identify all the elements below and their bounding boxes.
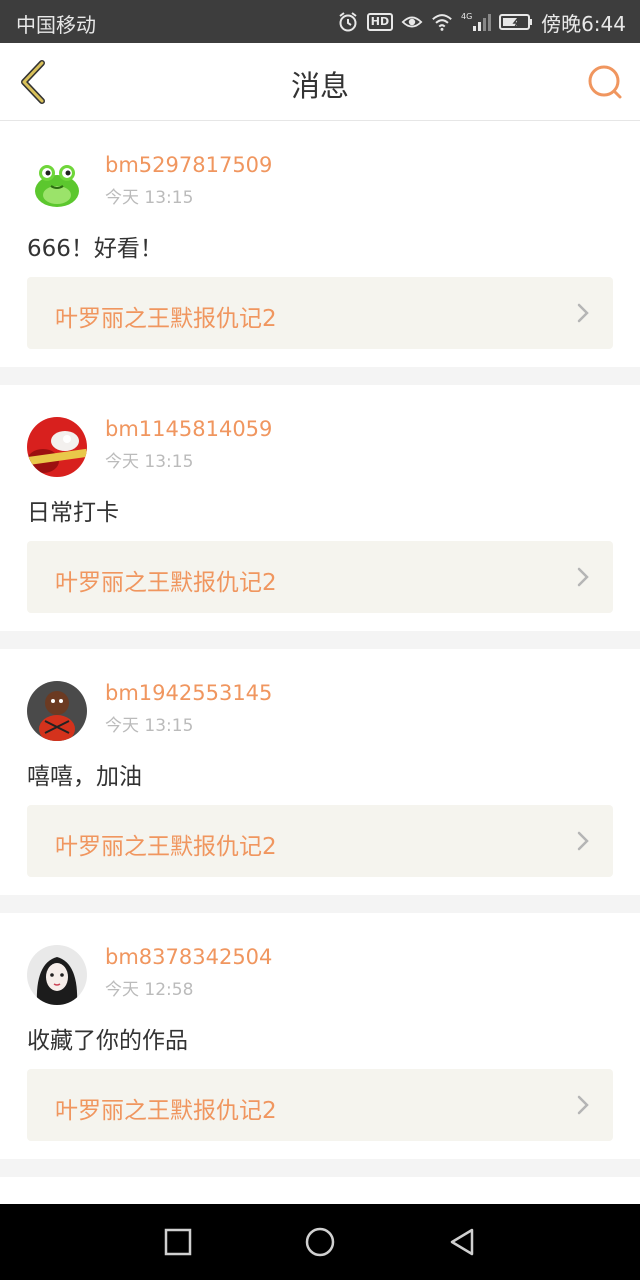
work-link[interactable]: 叶罗丽之王默报仇记2 [27, 805, 613, 877]
message-card: bm1942553145 今天 13:15 嘻嘻，加油 叶罗丽之王默报仇记2 [0, 649, 640, 895]
timestamp: 今天 13:15 [105, 452, 194, 472]
message-content: 收藏了你的作品 [27, 1028, 188, 1054]
work-title: 叶罗丽之王默报仇记2 [55, 1098, 277, 1124]
recent-apps-button[interactable] [162, 1226, 194, 1258]
search-button[interactable] [586, 63, 624, 101]
status-icons: HD 4G 傍晚6:44 [337, 7, 626, 37]
avatar[interactable] [27, 417, 87, 477]
carrier-label: 中国移动 [16, 13, 96, 37]
back-nav-button[interactable] [446, 1226, 478, 1258]
work-title: 叶罗丽之王默报仇记2 [55, 834, 277, 860]
battery-icon [499, 11, 533, 33]
hd-badge: HD [366, 13, 394, 31]
page-title: 消息 [290, 69, 349, 103]
chevron-right-icon [577, 1095, 589, 1115]
work-title: 叶罗丽之王默报仇记2 [55, 306, 277, 332]
message-card: bm1145814059 今天 13:15 日常打卡 叶罗丽之王默报仇记2 [0, 385, 640, 631]
frog-avatar-icon [27, 153, 87, 213]
username[interactable]: bm1145814059 [105, 417, 272, 441]
chevron-right-icon [577, 831, 589, 851]
avatar-image-icon [27, 681, 87, 741]
message-list: bm5297817509 今天 13:15 666！好看！ 叶罗丽之王默报仇记2… [0, 121, 640, 1177]
divider [0, 631, 640, 649]
message-card: bm8378342504 今天 12:58 收藏了你的作品 叶罗丽之王默报仇记2 [0, 913, 640, 1159]
avatar-image-icon [27, 945, 87, 1005]
work-title: 叶罗丽之王默报仇记2 [55, 570, 277, 596]
eye-icon [401, 11, 423, 33]
timestamp: 今天 12:58 [105, 980, 194, 1000]
clock-label: 傍晚6:44 [541, 11, 626, 36]
system-nav-bar [0, 1204, 640, 1280]
work-link[interactable]: 叶罗丽之王默报仇记2 [27, 1069, 613, 1141]
message-content: 日常打卡 [27, 500, 119, 526]
username[interactable]: bm1942553145 [105, 681, 272, 705]
avatar[interactable] [27, 945, 87, 1005]
username[interactable]: bm5297817509 [105, 153, 272, 177]
work-link[interactable]: 叶罗丽之王默报仇记2 [27, 541, 613, 613]
avatar-image-icon [27, 417, 87, 477]
header-bar: 消息 [0, 43, 640, 121]
chevron-right-icon [577, 303, 589, 323]
divider [0, 367, 640, 385]
wifi-icon [431, 11, 453, 33]
timestamp: 今天 13:15 [105, 188, 194, 208]
timestamp: 今天 13:15 [105, 716, 194, 736]
message-content: 嘻嘻，加油 [27, 764, 142, 790]
triangle-back-icon [450, 1228, 474, 1256]
signal-icon: 4G [461, 11, 492, 33]
message-card: bm5297817509 今天 13:15 666！好看！ 叶罗丽之王默报仇记2 [0, 121, 640, 367]
avatar[interactable] [27, 681, 87, 741]
username[interactable]: bm8378342504 [105, 945, 272, 969]
divider [0, 895, 640, 913]
home-button[interactable] [304, 1226, 336, 1258]
circle-icon [305, 1227, 335, 1257]
network-label: 4G [461, 12, 472, 21]
divider [0, 1159, 640, 1177]
avatar[interactable] [27, 153, 87, 213]
square-icon [164, 1228, 192, 1256]
alarm-icon [337, 11, 359, 33]
chevron-right-icon [577, 567, 589, 587]
message-content: 666！好看！ [27, 236, 163, 262]
work-link[interactable]: 叶罗丽之王默报仇记2 [27, 277, 613, 349]
search-icon [588, 65, 622, 99]
status-bar: 中国移动 HD 4G 傍晚6:44 [0, 0, 640, 43]
